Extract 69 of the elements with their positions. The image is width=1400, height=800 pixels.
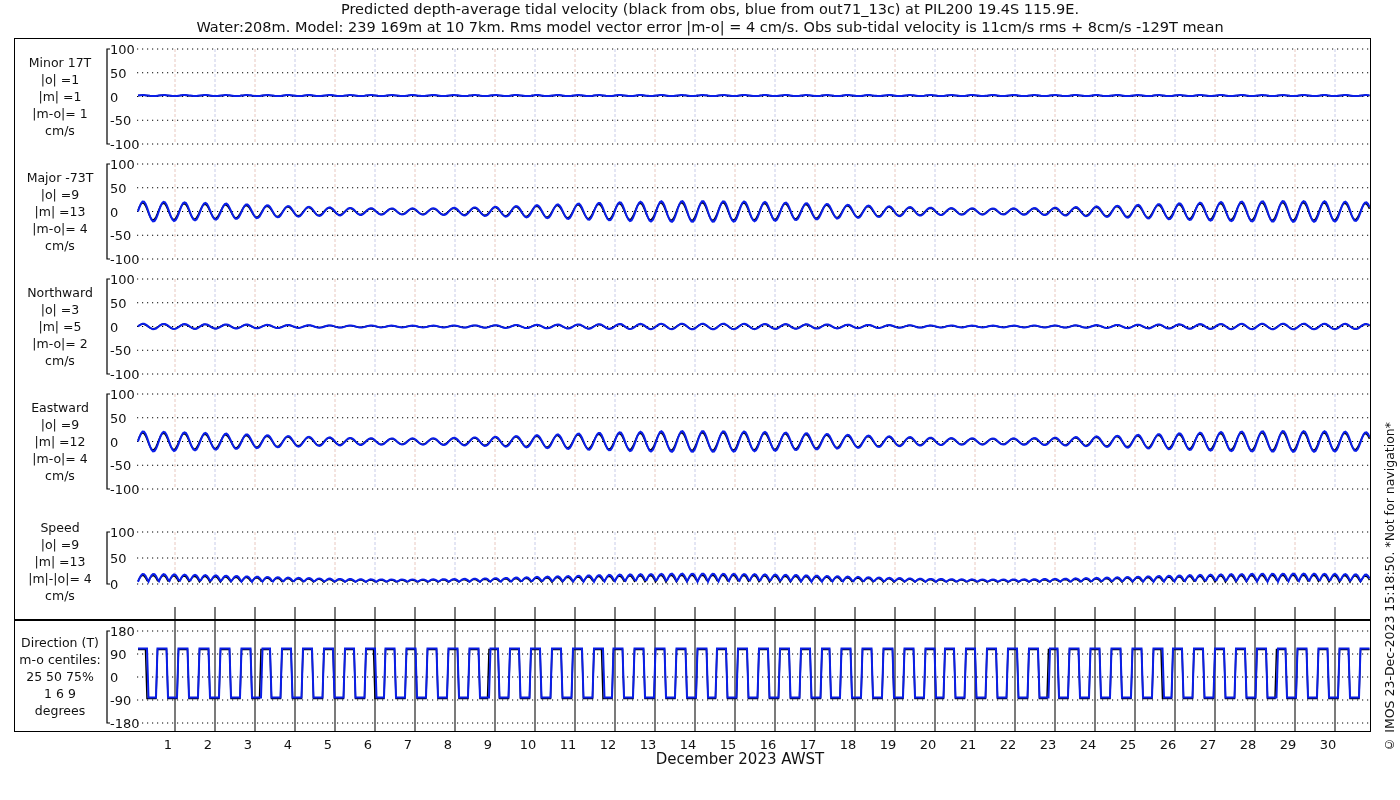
axis-tick-label: 0 [110, 434, 119, 450]
axis-tick-label: -50 [110, 458, 132, 474]
panel-label: Major -73T |o| =9 |m| =13 |m-o|= 4 cm/s [25, 169, 95, 255]
axis-tick-label: 0 [110, 577, 119, 592]
axis-tick-label: 0 [110, 89, 119, 105]
axis-tick-label: 180 [110, 624, 135, 639]
day-label: 19 [879, 737, 897, 752]
axis-tick-label: 50 [110, 65, 127, 81]
axis-tick-label: 50 [110, 180, 127, 196]
day-label: 3 [243, 737, 253, 752]
axis-tick-label: 50 [110, 410, 127, 426]
axis-tick-label: 50 [110, 295, 127, 311]
credit-text: © IMOS 23-Dec-2023 15:18:50. *Not for navigation* [1382, 422, 1397, 752]
axis-tick-label: -50 [110, 228, 132, 244]
day-label: 8 [443, 737, 453, 752]
axis-tick-label: -100 [110, 367, 140, 382]
day-label: 30 [1319, 737, 1337, 752]
x-axis-label: December 2023 AWST [655, 750, 825, 768]
axis-tick-label: 100 [110, 387, 135, 402]
axis-tick-label: 0 [110, 204, 119, 220]
day-label: 15 [719, 737, 737, 752]
day-label: 25 [1119, 737, 1137, 752]
day-label: 10 [519, 737, 537, 752]
day-label: 20 [919, 737, 937, 752]
axis-tick-label: 100 [110, 42, 135, 57]
axis-tick-label: -180 [110, 716, 140, 731]
day-label: 18 [839, 737, 857, 752]
chart-title: Water:208m. Model: 239 169m at 10 7km. Rms model vector error |m-o| = 4 cm/s. Obs sub-tidal velocity is 11cm/s rms + 8cm/s -129T mean [195, 18, 1225, 36]
day-label: 7 [403, 737, 413, 752]
axis-tick-label: 100 [110, 157, 135, 172]
day-label: 9 [483, 737, 493, 752]
axis-tick-label: 0 [110, 670, 119, 685]
day-label: 23 [1039, 737, 1057, 752]
day-label: 21 [959, 737, 977, 752]
day-label: 11 [559, 737, 577, 752]
day-label: 4 [283, 737, 293, 752]
panel-label: Eastward |o| =9 |m| =12 |m-o|= 4 cm/s [30, 399, 90, 485]
day-label: 13 [639, 737, 657, 752]
day-label: 14 [679, 737, 697, 752]
axis-tick-label: -100 [110, 137, 140, 152]
day-label: 27 [1199, 737, 1217, 752]
day-label: 1 [163, 737, 173, 752]
axis-tick-label: 50 [110, 551, 127, 566]
day-label: 16 [759, 737, 777, 752]
axis-tick-label: -50 [110, 343, 132, 359]
axis-tick-label: -100 [110, 482, 140, 497]
axis-tick-label: -50 [110, 113, 132, 129]
axis-tick-label: -100 [110, 252, 140, 267]
day-label: 5 [323, 737, 333, 752]
day-label: 17 [799, 737, 817, 752]
axis-tick-label: 90 [110, 647, 127, 662]
day-label: 29 [1279, 737, 1297, 752]
panel-label: Direction (T) m-o centiles: 25 50 75% 1 6 9 degrees [18, 633, 102, 720]
y-axis-line [106, 531, 111, 585]
axis-tick-label: 100 [110, 525, 135, 540]
panel-label: Minor 17T |o| =1 |m| =1 |m-o|= 1 cm/s [27, 54, 93, 140]
day-label: 12 [599, 737, 617, 752]
chart-title: Predicted depth-average tidal velocity (black from obs, blue from out71_13c) at PIL200 19.4S 115.9E. [339, 0, 1081, 18]
day-label: 24 [1079, 737, 1097, 752]
day-label: 6 [363, 737, 373, 752]
day-label: 28 [1239, 737, 1257, 752]
axis-tick-label: -90 [110, 693, 132, 708]
panel-label: Northward |o| =3 |m| =5 |m-o|= 2 cm/s [26, 284, 94, 370]
panel-label: Speed |o| =9 |m| =13 |m|-|o|= 4 cm/s [27, 519, 93, 605]
day-label: 26 [1159, 737, 1177, 752]
axis-tick-label: 0 [110, 319, 119, 335]
axis-tick-label: 100 [110, 272, 135, 287]
day-label: 2 [203, 737, 213, 752]
day-label: 22 [999, 737, 1017, 752]
